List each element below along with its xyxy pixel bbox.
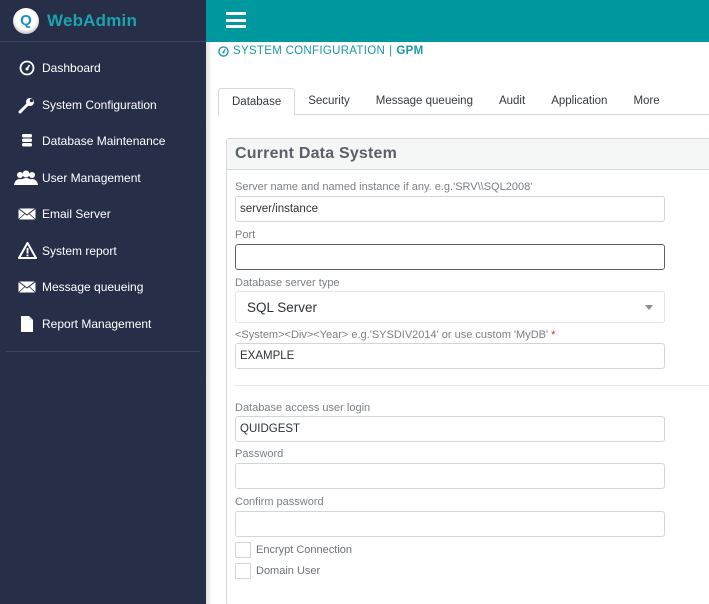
breadcrumb-section[interactable]: SYSTEM CONFIGURATION bbox=[233, 45, 385, 57]
sidebar-item-label: User Management bbox=[42, 170, 141, 185]
confirm-password-input[interactable] bbox=[235, 511, 665, 537]
encrypt-connection-label[interactable]: Encrypt Connection bbox=[256, 544, 352, 556]
current-data-system-panel: Current Data System Server name and name… bbox=[226, 138, 709, 604]
sidebar-item-system-configuration[interactable]: System Configuration bbox=[0, 87, 206, 124]
sidebar-item-message-queueing[interactable]: Message queueing bbox=[0, 269, 206, 306]
chevron-down-icon bbox=[645, 305, 653, 310]
main-content: SYSTEM CONFIGURATION | GPM Database Secu… bbox=[206, 42, 709, 604]
topbar bbox=[206, 0, 709, 42]
breadcrumb: SYSTEM CONFIGURATION | GPM bbox=[218, 45, 424, 57]
envelope-icon bbox=[17, 277, 37, 297]
sidebar-item-label: System Configuration bbox=[42, 97, 157, 112]
user-login-input[interactable] bbox=[235, 416, 665, 442]
tab-audit[interactable]: Audit bbox=[486, 88, 538, 115]
envelope-icon bbox=[17, 204, 37, 224]
panel-title: Current Data System bbox=[235, 145, 398, 162]
sidebar-item-system-report[interactable]: System report bbox=[0, 233, 206, 270]
port-label: Port bbox=[235, 229, 256, 241]
brand-logo-icon: Q bbox=[13, 7, 39, 34]
wrench-icon bbox=[17, 95, 37, 115]
sidebar-item-email-server[interactable]: Email Server bbox=[0, 196, 206, 233]
gauge-icon bbox=[218, 45, 229, 57]
sidebar-divider bbox=[6, 351, 200, 352]
required-marker: * bbox=[551, 329, 556, 341]
sidebar-item-label: Dashboard bbox=[42, 61, 101, 76]
database-icon bbox=[17, 131, 37, 151]
warning-icon bbox=[17, 241, 37, 261]
breadcrumb-separator: | bbox=[389, 45, 393, 57]
tab-security[interactable]: Security bbox=[295, 88, 363, 115]
sidebar-item-label: System report bbox=[42, 243, 117, 258]
sidebar-item-database-maintenance[interactable]: Database Maintenance bbox=[0, 123, 206, 160]
panel-body: Server name and named instance if any. e… bbox=[227, 181, 709, 581]
tab-application[interactable]: Application bbox=[538, 88, 620, 115]
panel-header: Current Data System bbox=[227, 139, 709, 170]
database-name-label: <System><Div><Year> e.g.'SYSDIV2014' or … bbox=[235, 329, 709, 341]
server-type-select[interactable]: SQL Server bbox=[235, 291, 665, 323]
server-type-value: SQL Server bbox=[247, 299, 318, 315]
sidebar-item-dashboard[interactable]: Dashboard bbox=[0, 50, 206, 87]
users-icon bbox=[14, 168, 38, 188]
section-divider bbox=[235, 385, 709, 386]
server-name-input[interactable] bbox=[235, 196, 665, 222]
hamburger-menu-icon[interactable] bbox=[226, 12, 246, 28]
brand-logo-letter: Q bbox=[20, 12, 32, 29]
database-name-input[interactable] bbox=[235, 343, 665, 369]
tab-bar: Database Security Message queueing Audit… bbox=[218, 88, 709, 116]
tab-more[interactable]: More bbox=[620, 88, 672, 115]
breadcrumb-current: GPM bbox=[396, 45, 424, 57]
sidebar-item-label: Report Management bbox=[42, 316, 152, 331]
brand-name: WebAdmin bbox=[47, 10, 138, 30]
encrypt-connection-row: Encrypt Connection bbox=[235, 539, 709, 560]
dashboard-gauge-icon bbox=[17, 58, 37, 78]
tab-message-queueing[interactable]: Message queueing bbox=[363, 88, 486, 115]
domain-user-checkbox[interactable] bbox=[235, 562, 251, 579]
confirm-password-label: Confirm password bbox=[235, 496, 324, 508]
sidebar-item-label: Message queueing bbox=[42, 280, 144, 295]
sidebar-item-label: Database Maintenance bbox=[42, 134, 166, 149]
user-login-label: Database access user login bbox=[235, 402, 371, 414]
sidebar: Q WebAdmin Dashboard System Configuratio… bbox=[0, 0, 206, 604]
port-input[interactable] bbox=[235, 244, 665, 270]
password-label: Password bbox=[235, 448, 284, 460]
encrypt-connection-checkbox[interactable] bbox=[235, 541, 251, 558]
domain-user-label[interactable]: Domain User bbox=[256, 565, 320, 577]
sidebar-item-label: Email Server bbox=[42, 207, 111, 222]
sidebar-item-user-management[interactable]: User Management bbox=[0, 160, 206, 197]
password-input[interactable] bbox=[235, 463, 665, 489]
sidebar-item-report-management[interactable]: Report Management bbox=[0, 306, 206, 343]
domain-user-row: Domain User bbox=[235, 560, 709, 581]
server-type-label: Database server type bbox=[235, 277, 340, 289]
tab-database[interactable]: Database bbox=[218, 88, 296, 116]
server-name-label: Server name and named instance if any. e… bbox=[235, 181, 533, 193]
brand[interactable]: Q WebAdmin bbox=[0, 0, 206, 42]
file-icon bbox=[17, 314, 37, 334]
sidebar-nav: Dashboard System Configuration Database … bbox=[0, 42, 206, 342]
database-name-label-text: <System><Div><Year> e.g.'SYSDIV2014' or … bbox=[235, 329, 549, 341]
